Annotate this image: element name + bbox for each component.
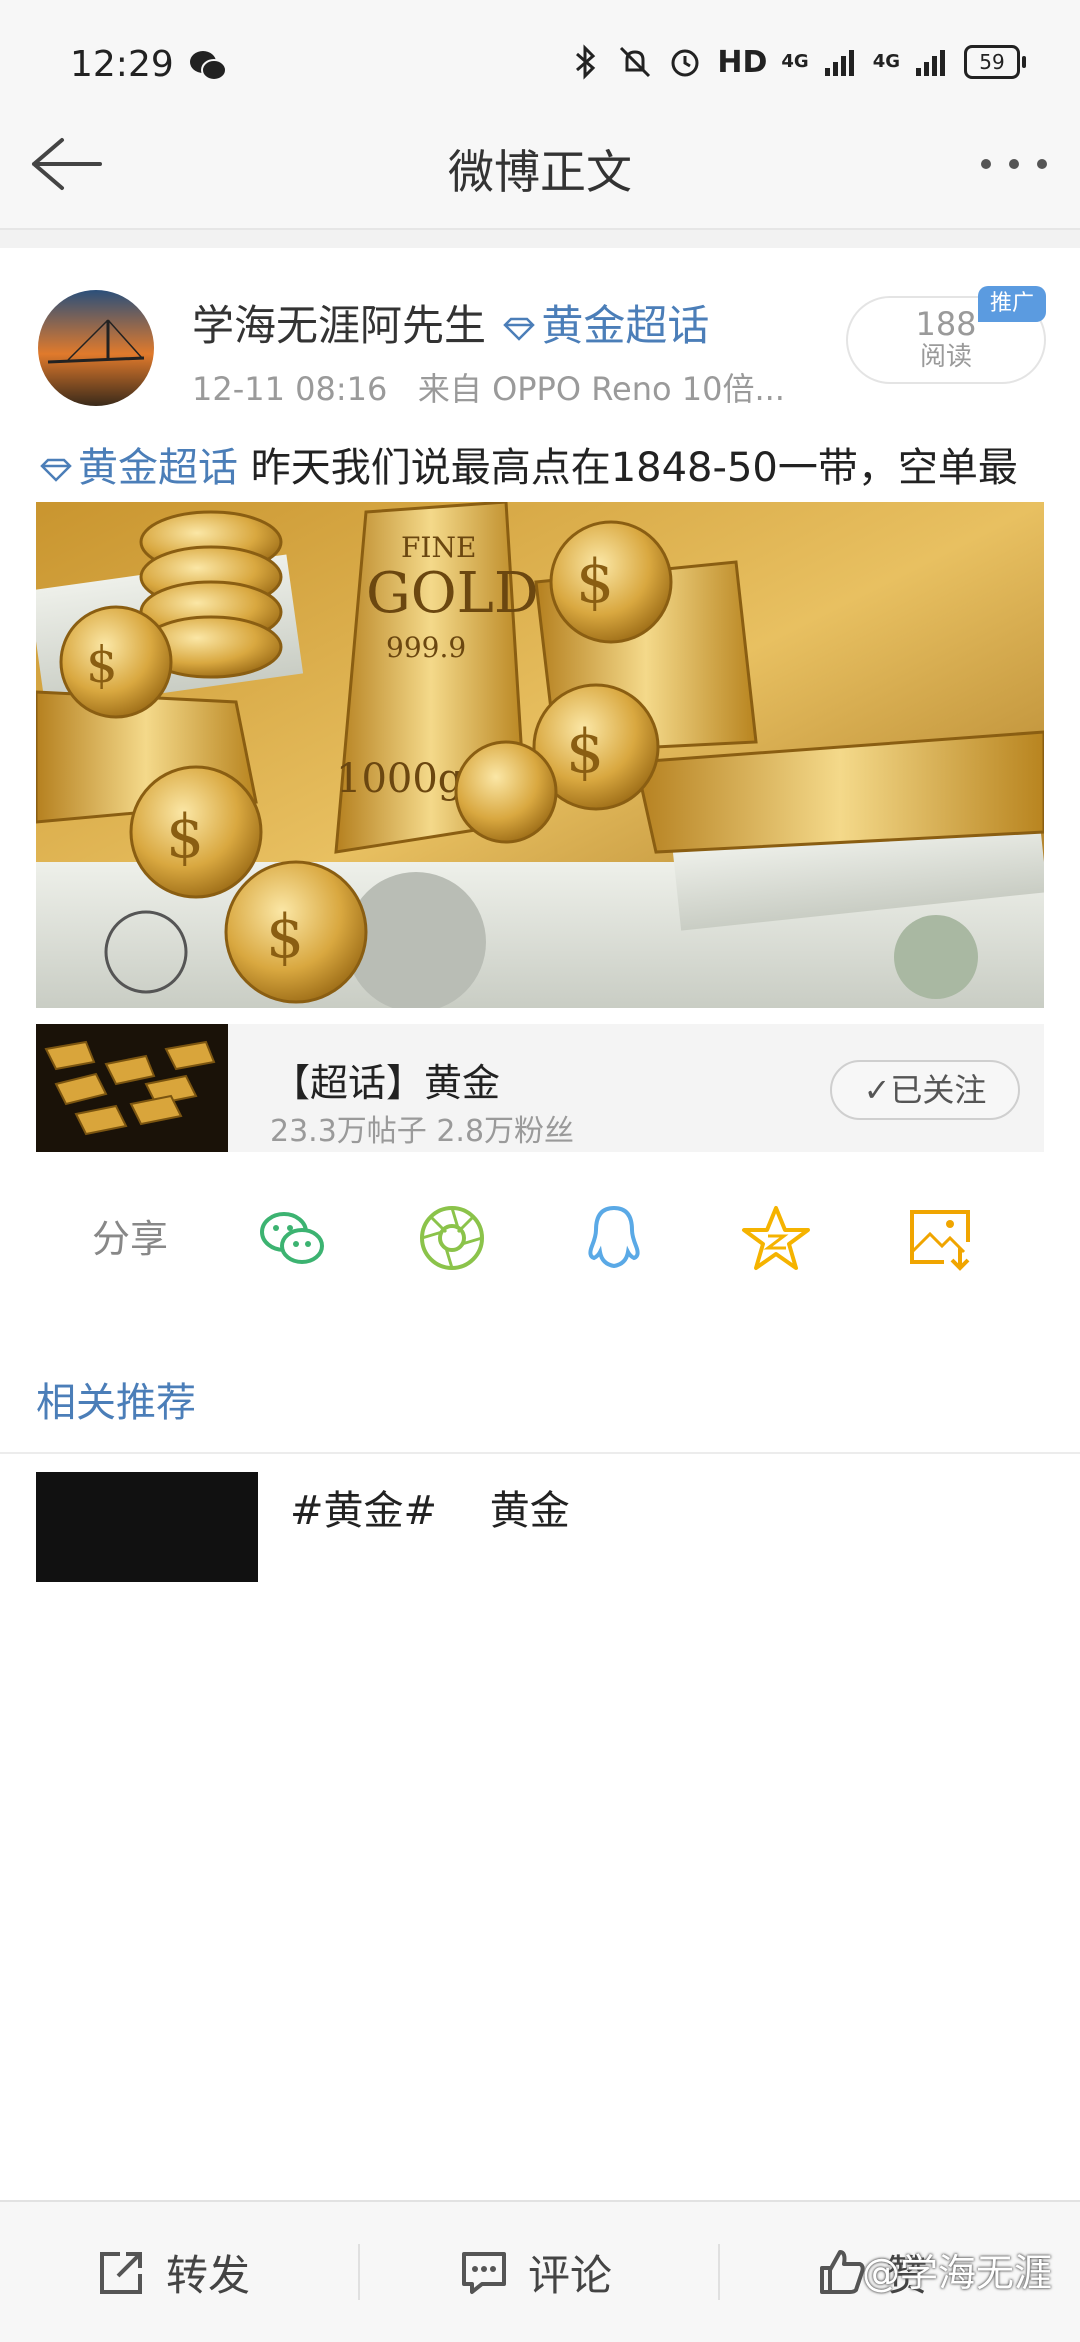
watermark: @学海无涯 <box>861 2251 1052 2295</box>
following-label: 已关注 <box>890 1071 987 1109</box>
hd-label: HD <box>717 44 768 80</box>
signal-icon <box>824 50 854 76</box>
bluetooth-icon <box>576 44 596 80</box>
topic-title: 【超话】黄金 <box>272 1061 501 1105</box>
related-item-title[interactable]: #黄金# 黄金 <box>290 1478 570 1536</box>
svg-text:$: $ <box>576 547 614 617</box>
image-fine-text: FINE <box>401 531 476 564</box>
author-topic-link[interactable]: 黄金超话 <box>541 301 709 350</box>
related-section: 相关推荐 #黄金# 黄金 <box>0 1342 1080 2342</box>
qzone-icon[interactable] <box>740 1202 812 1274</box>
mute-icon <box>620 46 651 78</box>
page-title: 微博正文 <box>448 145 632 199</box>
signal-icon-2 <box>916 50 945 76</box>
related-thumbnail[interactable] <box>36 1472 258 1582</box>
divider <box>0 1452 1080 1454</box>
image-weight-text: 1000g <box>336 756 463 802</box>
status-icons: HD 4G 4G 59 <box>567 44 1026 80</box>
battery-icon: 59 <box>964 45 1026 79</box>
following-button[interactable]: ✓已关注 <box>830 1060 1020 1120</box>
divider <box>358 2244 360 2300</box>
topic-stats: 23.3万帖子 2.8万粉丝 <box>270 1114 575 1149</box>
svg-text:$: $ <box>266 902 304 972</box>
comment-icon <box>462 2252 506 2294</box>
alarm-icon <box>671 49 699 77</box>
share-label: 分享 <box>92 1217 169 1261</box>
post-topic-link[interactable]: 黄金超话 <box>78 445 238 491</box>
network-label-2: 4G <box>872 51 900 72</box>
post-timestamp: 12-11 08:16 <box>192 370 388 408</box>
share-row: 分享 <box>0 1186 1080 1286</box>
topic-thumbnail <box>36 1024 228 1152</box>
qq-icon[interactable] <box>578 1202 650 1274</box>
wechat-icon[interactable] <box>256 1202 328 1274</box>
image-purity-text: 999.9 <box>386 631 466 664</box>
avatar[interactable] <box>38 290 154 406</box>
comment-label: 评论 <box>528 2250 613 2300</box>
thumbs-up-icon <box>820 2250 865 2294</box>
post-image[interactable]: FINE GOLD 999.9 1000g $ $ $ $ $ <box>36 502 1044 1008</box>
repost-label: 转发 <box>166 2250 251 2300</box>
moments-icon[interactable] <box>416 1202 488 1274</box>
super-topic-card[interactable]: 【超话】黄金 23.3万帖子 2.8万粉丝 ✓已关注 <box>36 1024 1044 1152</box>
network-label-1: 4G <box>781 51 809 72</box>
more-options-icon[interactable] <box>978 156 1050 172</box>
svg-text:$: $ <box>566 717 604 787</box>
reads-label: 阅读 <box>919 342 972 372</box>
repost-icon <box>100 2252 142 2294</box>
author-name[interactable]: 学海无涯阿先生 <box>192 301 486 350</box>
super-topic-icon <box>40 458 72 482</box>
image-gold-text: GOLD <box>366 561 539 626</box>
related-title: 相关推荐 <box>36 1380 196 1426</box>
super-topic-icon <box>503 317 536 341</box>
post-source: 来自 OPPO Reno 10倍... <box>417 370 785 408</box>
post-meta: 12-11 08:16 来自 OPPO Reno 10倍... <box>192 364 785 410</box>
repost-button[interactable]: 转发 <box>96 2202 250 2342</box>
divider <box>718 2244 720 2300</box>
status-time: 12:29 <box>70 44 174 85</box>
svg-text:$: $ <box>86 636 118 694</box>
promo-badge[interactable]: 推广 <box>978 286 1046 322</box>
svg-text:$: $ <box>166 802 204 872</box>
save-image-icon[interactable] <box>904 1202 976 1274</box>
check-icon: ✓ <box>863 1071 891 1109</box>
wechat-notification-icon <box>190 51 227 81</box>
author-line: 学海无涯阿先生 黄金超话 <box>192 292 709 353</box>
nav-bar: 微博正文 <box>0 100 1080 230</box>
comment-button[interactable]: 评论 <box>458 2202 612 2342</box>
